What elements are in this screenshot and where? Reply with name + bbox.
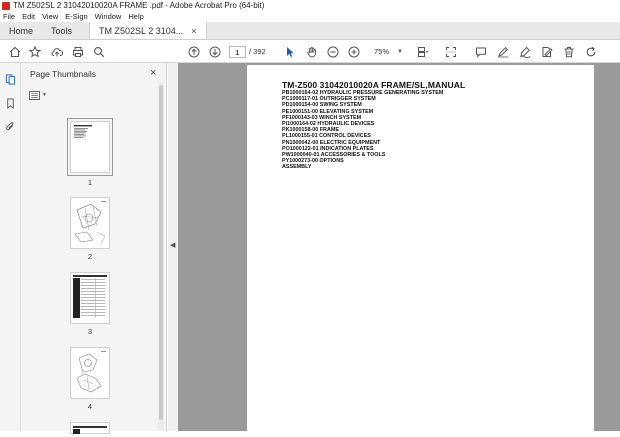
page-thumbnail-5-partial[interactable] <box>70 422 110 434</box>
menu-help[interactable]: Help <box>128 12 143 21</box>
thumbnail-2-number: 2 <box>87 252 93 261</box>
full-screen-icon[interactable] <box>444 45 457 58</box>
menu-view[interactable]: View <box>42 12 58 21</box>
previous-page-icon[interactable] <box>187 45 200 58</box>
star-bookmark-icon[interactable] <box>28 45 41 58</box>
page-thumbnail-4[interactable] <box>70 347 110 399</box>
thumbnail-3-number: 3 <box>87 327 93 336</box>
total-pages-label: / 392 <box>249 47 266 56</box>
page-thumbnails-icon[interactable] <box>4 73 17 86</box>
comment-icon[interactable] <box>474 45 487 58</box>
collapse-arrow-icon[interactable]: ◀ <box>170 241 175 249</box>
page-number-input[interactable] <box>229 46 246 58</box>
zoom-out-icon[interactable] <box>326 45 339 58</box>
menu-window[interactable]: Window <box>95 12 122 21</box>
menu-edit[interactable]: Edit <box>22 12 35 21</box>
thumbnail-5-preview <box>73 426 107 434</box>
attachment-paperclip-icon[interactable] <box>4 120 17 133</box>
panel-close-icon[interactable]: × <box>150 67 156 79</box>
thumbnail-options-menu[interactable]: ▼ <box>29 89 49 101</box>
cloud-upload-icon[interactable] <box>50 45 63 58</box>
menu-e-sign[interactable]: E-Sign <box>65 12 88 21</box>
document-contents-list: PB1000164-02 HYDRAULIC PRESSURE GENERATI… <box>282 90 443 171</box>
fill-sign-icon[interactable] <box>540 45 553 58</box>
next-page-icon[interactable] <box>208 45 221 58</box>
tab-document[interactable]: TM Z502SL 2 3104... × <box>89 22 207 39</box>
page-display-icon[interactable] <box>416 45 429 58</box>
thumbnail-1-number: 1 <box>87 178 93 187</box>
home-icon[interactable] <box>8 45 21 58</box>
page-thumbnail-3[interactable] <box>70 272 110 324</box>
acrobat-app-icon <box>2 1 10 10</box>
thumbnail-2-preview <box>74 201 106 245</box>
thumbnail-3-preview <box>73 275 107 318</box>
thumbnail-scrollbar-thumb[interactable] <box>159 85 163 420</box>
delete-trash-icon[interactable] <box>562 45 575 58</box>
title-bar: TM Z502SL 2 31042010020A FRAME .pdf - Ad… <box>0 0 620 11</box>
window-title: TM Z502SL 2 31042010020A FRAME .pdf - Ad… <box>13 1 265 10</box>
chevron-down-icon: ▼ <box>42 92 47 98</box>
thumbnail-4-preview <box>76 351 106 393</box>
zoom-level-value: 75% <box>374 47 390 56</box>
print-icon[interactable] <box>71 45 84 58</box>
zoom-level-select[interactable]: 75% ▼ <box>366 46 406 58</box>
menu-file[interactable]: File <box>3 12 15 21</box>
rotate-icon[interactable] <box>584 45 597 58</box>
document-line: ASSEMBLY <box>282 164 312 171</box>
left-navigation-rail <box>0 63 21 431</box>
hand-tool-icon[interactable] <box>305 45 318 58</box>
tab-home[interactable]: Home <box>0 22 42 39</box>
thumbnail-4-number: 4 <box>87 402 93 411</box>
thumbnail-1-preview <box>74 125 92 138</box>
document-heading: TM-Z500 31042010020A FRAME/SL,MANUAL <box>282 80 466 90</box>
page-thumbnail-2[interactable] <box>70 197 110 249</box>
tab-bar: Home Tools TM Z502SL 2 3104... × <box>0 22 620 40</box>
thumbnail-options-icon <box>29 90 40 100</box>
select-cursor-icon[interactable] <box>283 45 296 58</box>
highlight-pen-icon[interactable] <box>496 45 509 58</box>
zoom-in-icon[interactable] <box>347 45 360 58</box>
panel-title: Page Thumbnails <box>30 69 96 79</box>
tab-close-icon[interactable]: × <box>191 26 196 36</box>
search-icon[interactable] <box>92 45 105 58</box>
page-thumbnail-1[interactable] <box>67 118 113 176</box>
panel-collapse-strip[interactable]: ◀ <box>168 63 178 431</box>
tab-document-label: TM Z502SL 2 3104... <box>99 25 184 36</box>
chevron-down-icon: ▼ <box>397 49 403 55</box>
draw-freehand-icon[interactable] <box>518 45 531 58</box>
menu-bar: File Edit View E-Sign Window Help <box>0 11 620 22</box>
bookmark-icon[interactable] <box>4 97 17 110</box>
tab-tools[interactable]: Tools <box>42 22 81 39</box>
toolbar <box>0 40 620 63</box>
